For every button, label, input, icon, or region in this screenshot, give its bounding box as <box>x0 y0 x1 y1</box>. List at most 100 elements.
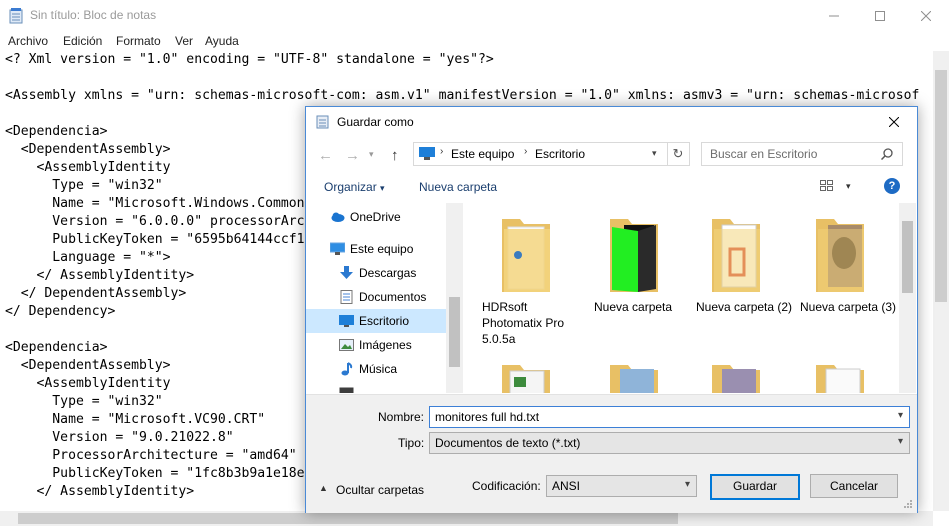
chevron-down-icon: ▾ <box>684 479 690 490</box>
close-button[interactable] <box>903 0 949 31</box>
nav-item-documentos[interactable]: Documentos <box>306 285 446 309</box>
text-line: Name = "Microsoft.Windows.Common <box>5 196 305 211</box>
breadcrumb-este-equipo[interactable]: Este equipo <box>451 147 514 161</box>
recent-chevron-icon[interactable]: ▾ <box>369 149 374 160</box>
minimize-button[interactable] <box>811 0 857 31</box>
filename-label: Nombre: <box>378 410 425 424</box>
search-placeholder: Buscar en Escritorio <box>710 147 818 161</box>
computer-icon <box>330 242 345 255</box>
folder-item[interactable] <box>804 361 876 393</box>
text-line: Name = "Microsoft.VC90.CRT" <box>5 412 266 427</box>
folder-icon <box>712 365 760 393</box>
folder-item[interactable]: Nueva carpeta <box>584 215 684 325</box>
folder-item[interactable]: Nueva carpeta (2) <box>686 215 792 325</box>
nav-pane-scroll-thumb[interactable] <box>449 297 460 367</box>
text-line: <AssemblyIdentity <box>5 376 171 391</box>
music-icon <box>341 362 353 376</box>
breadcrumb-escritorio[interactable]: Escritorio <box>535 147 585 161</box>
text-line: </ AssemblyIdentity> <box>5 484 195 499</box>
address-bar[interactable]: › Este equipo › Escritorio ▾ <box>413 142 668 166</box>
file-type-select[interactable]: Documentos de texto (*.txt) ▾ <box>429 432 910 454</box>
refresh-button[interactable]: ↻ <box>667 142 690 166</box>
menu-archivo[interactable]: Archivo <box>8 34 48 48</box>
text-line: ProcessorArchitecture = "amd64" <box>5 448 297 463</box>
folder-icon <box>816 219 864 292</box>
nav-item-label: Escritorio <box>359 314 410 328</box>
chevron-down-icon: ▾ <box>897 436 903 447</box>
breadcrumb-separator-icon: › <box>440 146 444 157</box>
encoding-value: ANSI <box>552 479 581 493</box>
nav-item-partial[interactable] <box>306 381 446 393</box>
pictures-icon <box>339 339 354 351</box>
notepad-icon <box>316 115 329 129</box>
menu-ver[interactable]: Ver <box>175 34 193 48</box>
vertical-scroll-thumb[interactable] <box>935 70 947 302</box>
menu-formato[interactable]: Formato <box>116 34 161 48</box>
text-line: Language = "*"> <box>5 250 171 265</box>
text-line: Version = "9.0.21022.8" <box>5 430 234 445</box>
dialog-title: Guardar como <box>337 115 414 129</box>
search-input[interactable]: Buscar en Escritorio <box>701 142 903 166</box>
notepad-icon <box>9 8 23 24</box>
text-line: PublicKeyToken = "6595b64144ccf1 <box>5 232 305 247</box>
encoding-select[interactable]: ANSI ▾ <box>546 475 697 497</box>
folder-label: Nueva carpeta (3) <box>800 300 897 314</box>
files-pane: HDRsoft Photomatix Pro 5.0.5a Nueva carp… <box>464 203 898 393</box>
nav-item-imagenes[interactable]: Imágenes <box>306 333 446 357</box>
maximize-button[interactable] <box>857 0 903 31</box>
chevron-up-icon[interactable]: ▲ <box>319 483 328 493</box>
text-line: <DependentAssembly> <box>5 358 171 373</box>
forward-arrow-icon[interactable]: → <box>345 147 360 164</box>
nav-item-escritorio[interactable]: Escritorio <box>306 309 446 333</box>
nav-item-onedrive[interactable]: OneDrive <box>306 205 446 229</box>
files-pane-scroll-thumb[interactable] <box>902 221 913 293</box>
text-line: <DependentAssembly> <box>5 142 171 157</box>
chevron-down-icon[interactable]: ▾ <box>652 148 657 159</box>
save-as-dialog: Guardar como ← → ▾ ↑ › Este equipo › Esc… <box>305 106 918 513</box>
nav-item-este-equipo[interactable]: Este equipo <box>306 237 446 261</box>
menu-edicion[interactable]: Edición <box>63 34 102 48</box>
hide-folders-button[interactable]: Ocultar carpetas <box>336 483 424 497</box>
chevron-down-icon[interactable]: ▾ <box>898 410 903 421</box>
refresh-icon: ↻ <box>672 146 684 161</box>
folder-icon <box>816 365 864 393</box>
breadcrumb-separator-icon: › <box>524 146 528 157</box>
chevron-down-icon[interactable]: ▾ <box>846 181 851 192</box>
help-icon[interactable]: ? <box>884 178 900 194</box>
nav-item-musica[interactable]: Música <box>306 357 446 381</box>
window-title: Sin título: Bloc de notas <box>30 8 157 22</box>
back-arrow-icon[interactable]: ← <box>318 147 333 164</box>
organize-button[interactable]: Organizar ▾ <box>324 180 385 194</box>
nav-item-label: Imágenes <box>359 338 412 352</box>
menu-ayuda[interactable]: Ayuda <box>205 34 239 48</box>
dialog-close-button[interactable] <box>871 107 917 137</box>
text-line: <Dependencia> <box>5 340 108 355</box>
up-arrow-icon[interactable]: ↑ <box>391 147 399 164</box>
folder-item[interactable] <box>490 361 562 393</box>
folder-icon <box>502 219 550 292</box>
folder-icon <box>712 219 760 292</box>
folder-item[interactable] <box>598 361 670 393</box>
text-line: </ Dependency> <box>5 304 116 319</box>
folder-label: HDRsoft Photomatix Pro 5.0.5a <box>482 300 565 346</box>
nav-item-descargas[interactable]: Descargas <box>306 261 446 285</box>
new-folder-button[interactable]: Nueva carpeta <box>419 180 497 194</box>
nav-item-label: Música <box>359 362 398 376</box>
search-icon <box>881 148 893 160</box>
save-button[interactable]: Guardar <box>710 474 800 500</box>
filename-input[interactable]: monitores full hd.txt ▾ <box>429 406 910 428</box>
folder-item[interactable] <box>700 361 772 393</box>
horizontal-scroll-thumb[interactable] <box>18 513 678 524</box>
folder-item[interactable]: Nueva carpeta (3) <box>790 215 896 325</box>
cancel-button[interactable]: Cancelar <box>810 474 898 498</box>
folder-icon <box>502 365 550 393</box>
folder-item[interactable]: HDRsoft Photomatix Pro 5.0.5a <box>476 215 576 346</box>
encoding-label: Codificación: <box>472 479 541 493</box>
download-icon <box>340 266 353 279</box>
navigation-pane: OneDrive Este equipo Descargas Documento… <box>306 203 463 393</box>
text-line: <? Xml version = "1.0" encoding = "UTF-8… <box>5 52 494 67</box>
view-options-icon[interactable] <box>820 180 834 192</box>
text-line: Type = "win32" <box>5 178 163 193</box>
folder-icon <box>610 365 658 393</box>
resize-grip-icon[interactable] <box>903 499 913 509</box>
